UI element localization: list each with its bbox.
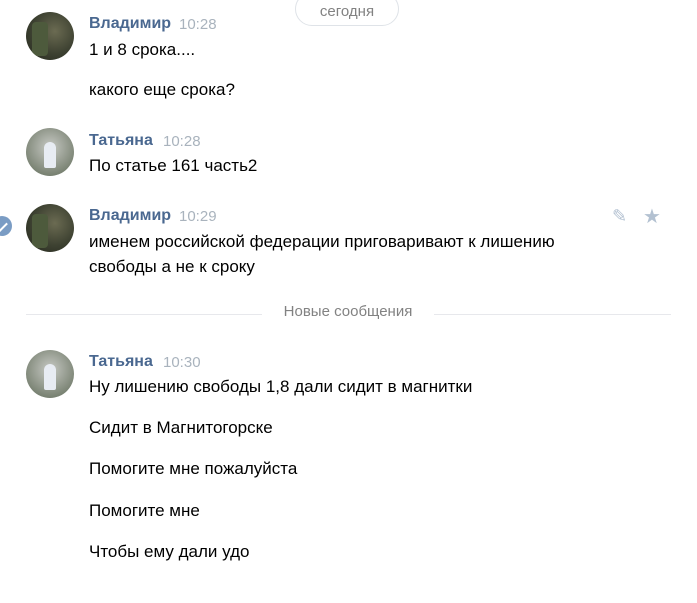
message-text: Чтобы ему дали удо [89,542,250,561]
message-time[interactable]: 10:30 [163,354,201,371]
avatar-tatyana[interactable] [26,350,74,398]
message-time[interactable]: 10:28 [163,133,201,150]
message-time[interactable]: 10:29 [179,208,217,225]
message-text: какого еще срока? [89,80,235,99]
message-text: Сидит в Магнитогорске [89,418,273,437]
star-icon[interactable]: ★ [643,204,661,229]
message-text: Помогите мне [89,501,200,520]
message-time[interactable]: 10:28 [179,16,217,33]
message-text: именем российской федерации приговариваю… [89,232,555,251]
date-separator: сегодня [295,0,399,26]
author-name[interactable]: Татьяна [89,132,153,150]
divider-line-left [26,314,262,315]
avatar-vladimir[interactable] [26,204,74,252]
message-text: Помогите мне пожалуйста [89,459,298,478]
pencil-icon[interactable]: ✎ [612,206,627,227]
message-text: Ну лишению свободы 1,8 дали сидит в магн… [89,377,473,396]
check-icon[interactable] [0,216,12,236]
new-messages-divider: Новые сообщения [283,303,413,320]
divider-line-right [434,314,671,315]
message-text: свободы а не к сроку [89,257,255,276]
message-text: По статье 161 часть2 [89,156,258,175]
message-text: 1 и 8 срока.... [89,40,196,59]
author-name[interactable]: Татьяна [89,353,153,371]
avatar-vladimir[interactable] [26,12,74,60]
avatar-tatyana[interactable] [26,128,74,176]
author-name[interactable]: Владимир [89,207,171,225]
author-name[interactable]: Владимир [89,15,171,33]
